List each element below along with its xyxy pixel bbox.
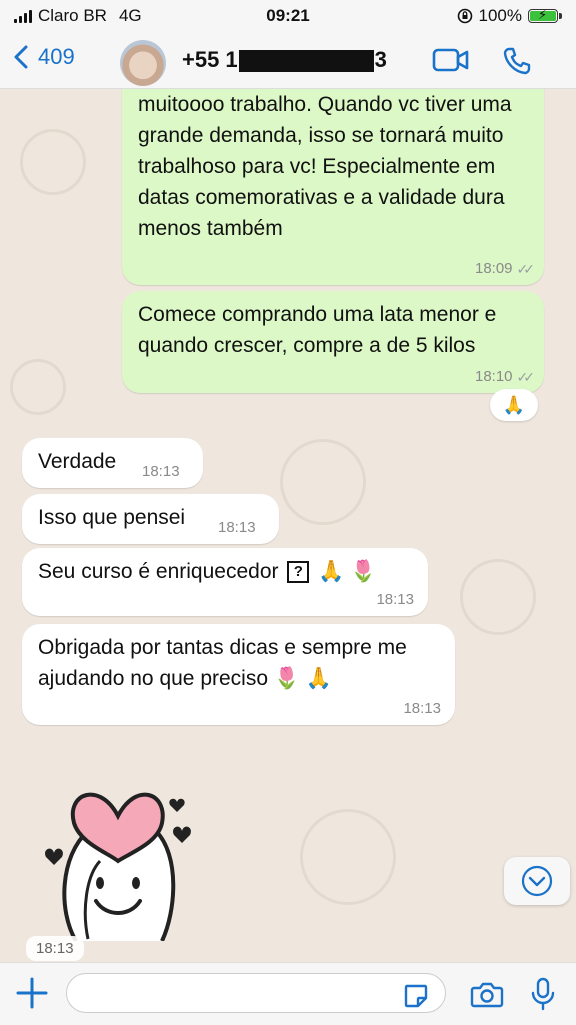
video-call-icon[interactable] xyxy=(432,46,470,74)
heart-character-sticker[interactable] xyxy=(38,761,198,941)
message-text: muitoooo trabalho. Quando vc tiver uma g… xyxy=(138,93,512,240)
reaction-badge[interactable]: 🙏 xyxy=(490,389,538,421)
message-input[interactable] xyxy=(66,973,446,1013)
wallpaper-doodle xyxy=(300,809,396,905)
message-time: 18:13 xyxy=(218,519,256,536)
battery-percent: 100% xyxy=(478,6,522,25)
wallpaper-doodle xyxy=(280,439,366,525)
double-check-icon: ✓✓ xyxy=(516,261,536,277)
voice-call-icon[interactable] xyxy=(502,46,532,76)
message-text: Comece comprando uma lata menor e quando… xyxy=(138,303,497,357)
wallpaper-doodle xyxy=(10,359,66,415)
sticker-icon[interactable] xyxy=(403,983,429,1009)
message-time: 18:10 xyxy=(474,368,513,385)
wallpaper-doodle xyxy=(20,129,86,195)
status-right: 100% ⚡ xyxy=(457,6,562,26)
message-emoji: 🌷 🙏 xyxy=(273,667,332,690)
message-text: Verdade xyxy=(38,450,117,473)
orientation-lock-icon xyxy=(457,8,472,24)
unknown-glyph-icon: ? xyxy=(287,561,310,583)
message-text: Seu curso é enriquecedor xyxy=(38,560,279,583)
contact-name[interactable]: +55 1 3 xyxy=(182,47,387,73)
chevron-left-icon xyxy=(14,45,28,69)
status-bar: Claro BR 4G 09:21 100% ⚡ xyxy=(0,0,576,34)
message-meta: 18:09 ✓✓ xyxy=(474,260,536,278)
message-meta: 18:10 ✓✓ xyxy=(474,368,536,386)
microphone-icon[interactable] xyxy=(530,977,556,1011)
chat-area[interactable]: muitoooo trabalho. Quando vc tiver uma g… xyxy=(0,89,576,962)
back-button[interactable]: 409 xyxy=(14,44,75,70)
message-text: Obrigada por tantas dicas e sempre me aj… xyxy=(38,636,407,690)
message-incoming[interactable]: Verdade 18:13 xyxy=(22,438,203,488)
message-outgoing[interactable]: muitoooo trabalho. Quando vc tiver uma g… xyxy=(122,89,544,285)
message-time: 18:13 xyxy=(403,700,441,717)
contact-prefix: +55 1 xyxy=(182,47,238,72)
plus-icon[interactable] xyxy=(14,975,50,1011)
battery-tip xyxy=(559,13,562,19)
message-meta: 18:13 xyxy=(403,701,441,717)
scroll-down-button[interactable] xyxy=(504,857,570,905)
wallpaper-doodle xyxy=(460,559,536,635)
message-outgoing[interactable]: Comece comprando uma lata menor e quando… xyxy=(122,291,544,393)
battery-icon: ⚡ xyxy=(528,7,558,23)
camera-icon[interactable] xyxy=(470,980,504,1010)
avatar[interactable] xyxy=(120,40,166,86)
message-time: 18:13 xyxy=(142,463,180,480)
chat-header: 409 +55 1 3 xyxy=(0,34,576,89)
message-meta: 18:13 xyxy=(376,592,414,608)
message-time: 18:09 xyxy=(474,260,513,277)
message-incoming[interactable]: Isso que pensei 18:13 xyxy=(22,494,279,544)
redaction-bar xyxy=(238,50,374,73)
contact-suffix: 3 xyxy=(374,47,387,72)
message-emoji: 🙏 🌷 xyxy=(318,560,377,583)
message-text: Isso que pensei xyxy=(38,506,186,529)
unread-count: 409 xyxy=(38,44,75,69)
sticker-time: 18:13 xyxy=(26,936,84,961)
chevron-down-circle-icon xyxy=(521,865,553,897)
message-time: 18:13 xyxy=(376,591,414,608)
composer-bar xyxy=(0,962,576,1025)
message-incoming[interactable]: Seu curso é enriquecedor ? 🙏 🌷 18:13 xyxy=(22,548,428,616)
double-check-icon: ✓✓ xyxy=(516,369,536,385)
message-incoming[interactable]: Obrigada por tantas dicas e sempre me aj… xyxy=(22,624,455,725)
